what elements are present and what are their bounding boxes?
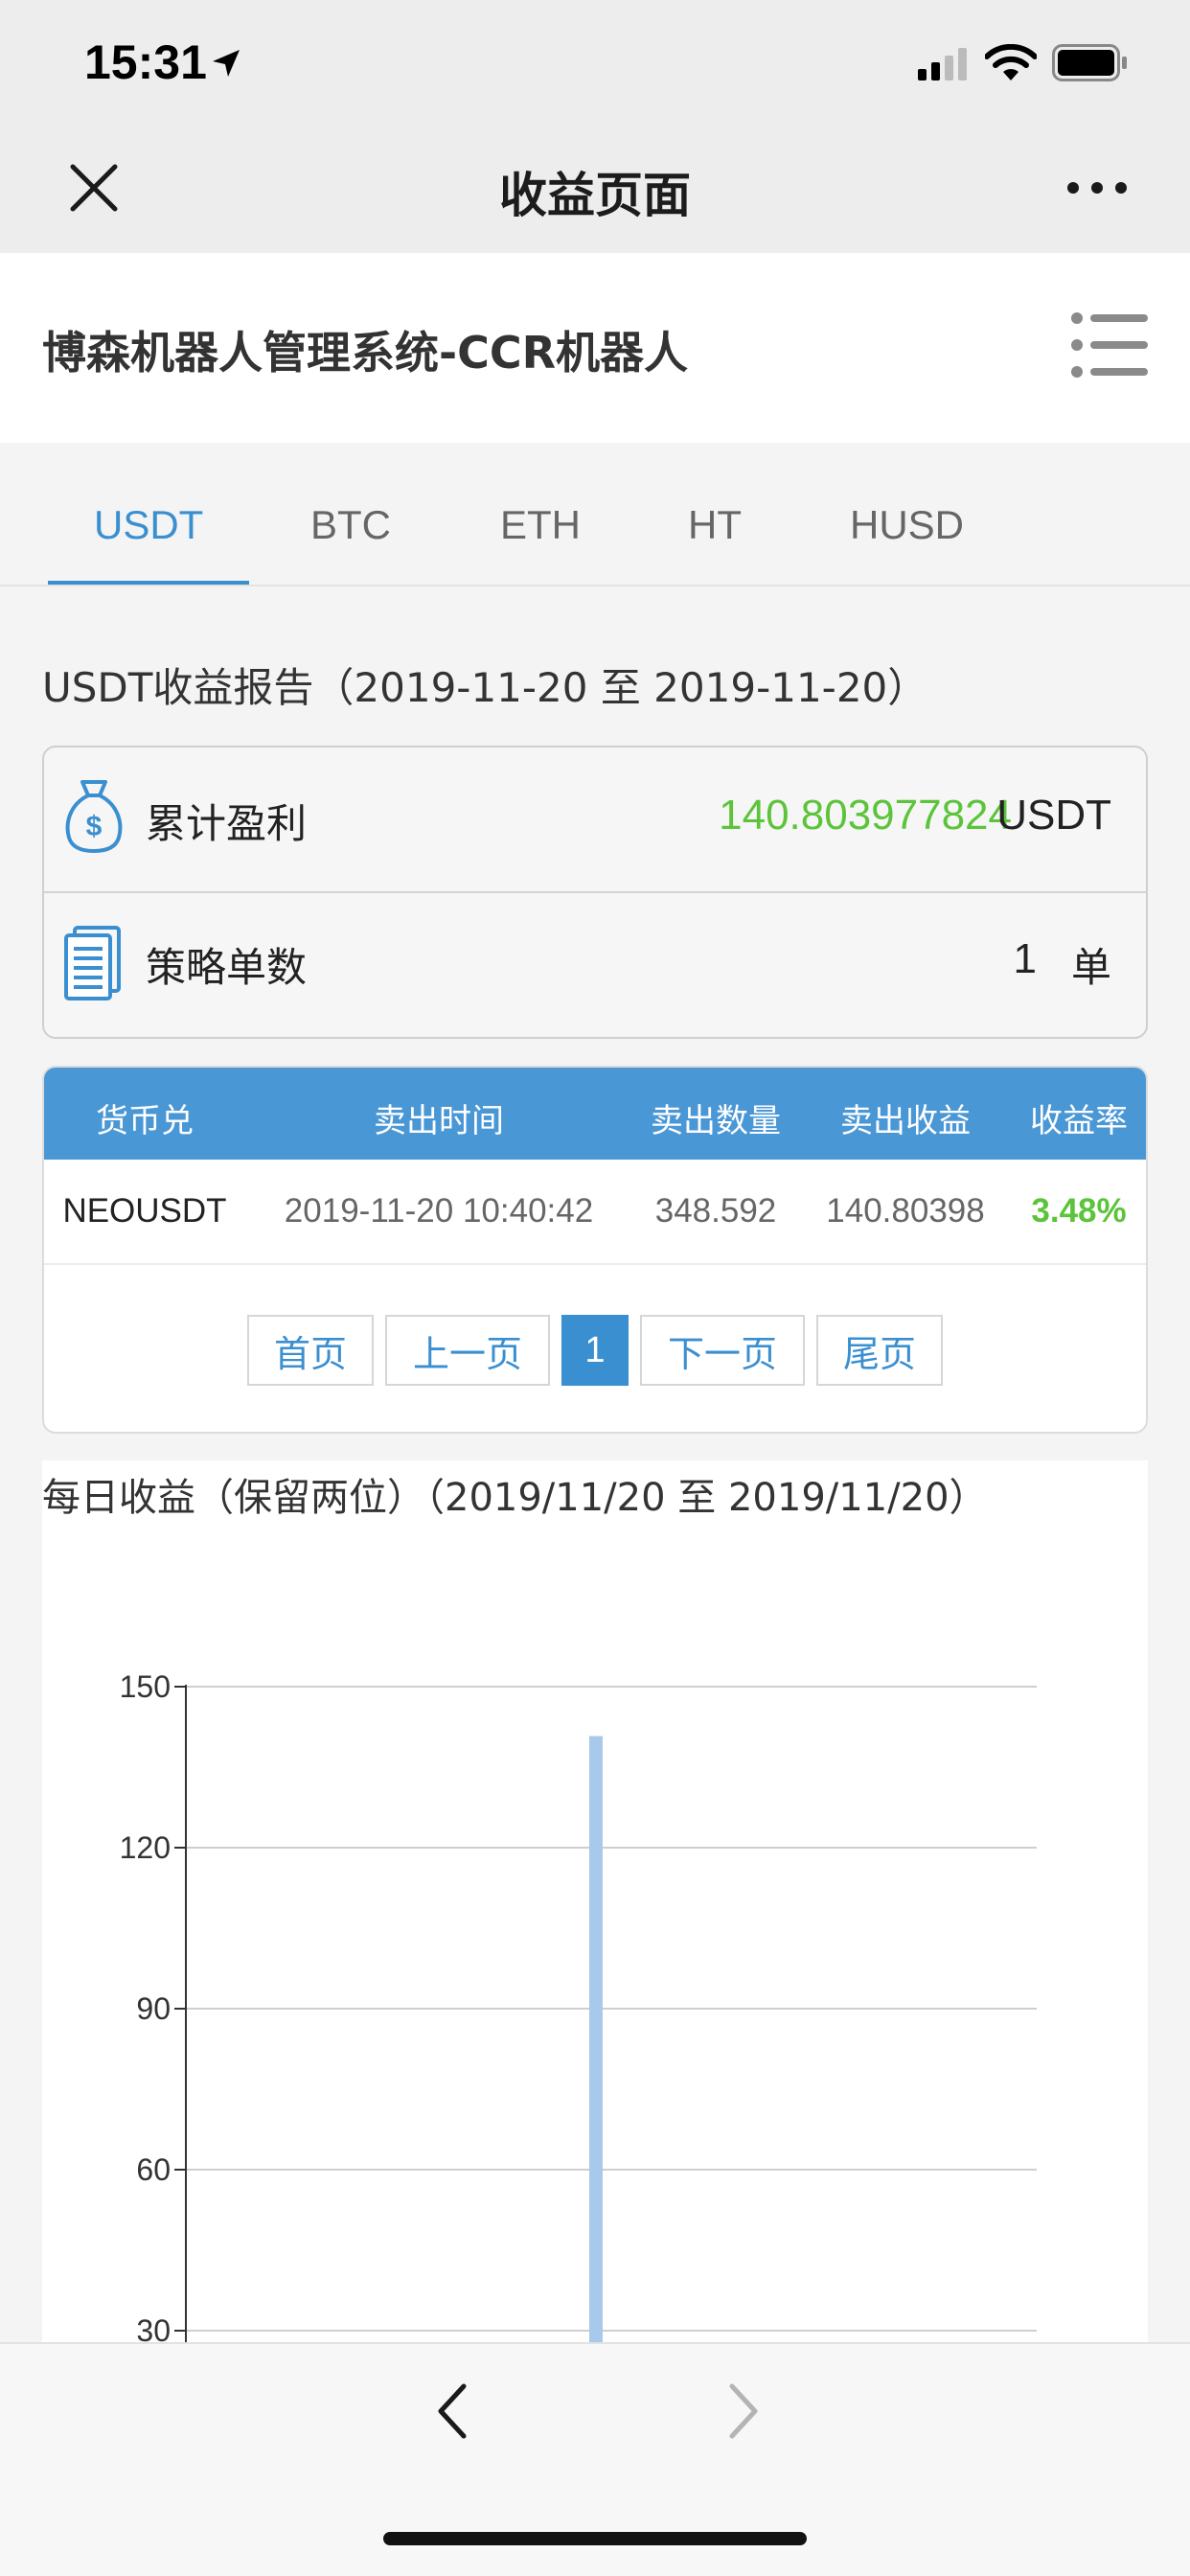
col-header-profit-rate: 收益率 <box>1030 1102 1128 1140</box>
chart-bar <box>589 1736 603 2342</box>
daily-profit-chart: 150 120 90 60 30 <box>120 1669 1037 2342</box>
menu-button[interactable] <box>1069 310 1150 380</box>
table-cell-pair: NEOUSDT <box>62 1192 227 1230</box>
table-cell-sell-profit: 140.80398 <box>826 1192 985 1230</box>
last-page-button[interactable]: 尾页 <box>816 1315 943 1386</box>
document-icon <box>64 926 121 1000</box>
more-dots-icon <box>1067 182 1127 194</box>
current-page-button[interactable]: 1 <box>561 1315 629 1386</box>
money-bag-icon: $ <box>65 780 123 853</box>
status-time: 15:31 <box>84 35 207 89</box>
chart-y-tick-label: 90 <box>136 1991 171 2026</box>
col-header-sell-profit: 卖出收益 <box>840 1102 971 1140</box>
chart-title: 每日收益（保留两位）（2019/11/20 至 2019/11/20） <box>42 1476 988 1520</box>
back-button[interactable] <box>422 2377 489 2446</box>
tab-husd[interactable]: HUSD <box>850 502 964 548</box>
battery-icon <box>1052 44 1127 81</box>
chart-y-tick-label: 60 <box>136 2152 171 2187</box>
strategy-count-label: 策略单数 <box>146 944 308 991</box>
home-indicator <box>383 2532 807 2545</box>
wifi-icon <box>985 44 1037 80</box>
tab-usdt[interactable]: USDT <box>94 502 203 548</box>
site-title: 博森机器人管理系统-CCR机器人 <box>42 327 689 379</box>
forward-button[interactable] <box>707 2377 774 2446</box>
tab-ht[interactable]: HT <box>688 502 742 548</box>
col-header-sell-time: 卖出时间 <box>374 1102 504 1140</box>
table-cell-sell-qty: 348.592 <box>654 1192 777 1230</box>
prev-page-button[interactable]: 上一页 <box>385 1315 550 1386</box>
chevron-left-icon <box>438 2383 467 2439</box>
col-header-sell-qty: 卖出数量 <box>651 1102 781 1140</box>
list-menu-icon <box>1071 312 1148 378</box>
col-header-pair: 货币兑 <box>96 1102 194 1140</box>
first-page-button[interactable]: 首页 <box>247 1315 374 1386</box>
svg-text:$: $ <box>86 811 103 842</box>
profit-unit: USDT <box>996 792 1111 839</box>
next-page-button[interactable]: 下一页 <box>640 1315 805 1386</box>
chevron-right-icon <box>729 2383 758 2439</box>
cellular-signal-icon <box>918 48 967 80</box>
strategy-count-value: 1 <box>1013 935 1037 982</box>
active-tab-indicator <box>48 581 249 585</box>
profit-value: 140.803977824 <box>719 792 1012 839</box>
more-options-button[interactable] <box>1064 169 1131 207</box>
strategy-count-unit: 单 <box>1070 944 1111 991</box>
profit-label: 累计盈利 <box>146 800 308 847</box>
table-cell-sell-time: 2019-11-20 10:40:42 <box>284 1192 594 1230</box>
location-arrow-icon <box>213 50 240 77</box>
tab-eth[interactable]: ETH <box>500 502 581 548</box>
summary-divider <box>42 891 1148 893</box>
table-cell-profit-rate: 3.48% <box>1031 1192 1127 1230</box>
page-title: 收益页面 <box>499 168 691 223</box>
chart-y-tick-label: 120 <box>120 1830 171 1865</box>
report-title: USDT收益报告（2019-11-20 至 2019-11-20） <box>42 664 928 711</box>
chart-y-tick-label: 30 <box>136 2313 171 2342</box>
tab-btc[interactable]: BTC <box>310 502 391 548</box>
table-row-divider <box>44 1263 1146 1265</box>
chart-y-tick-label: 150 <box>120 1669 171 1704</box>
